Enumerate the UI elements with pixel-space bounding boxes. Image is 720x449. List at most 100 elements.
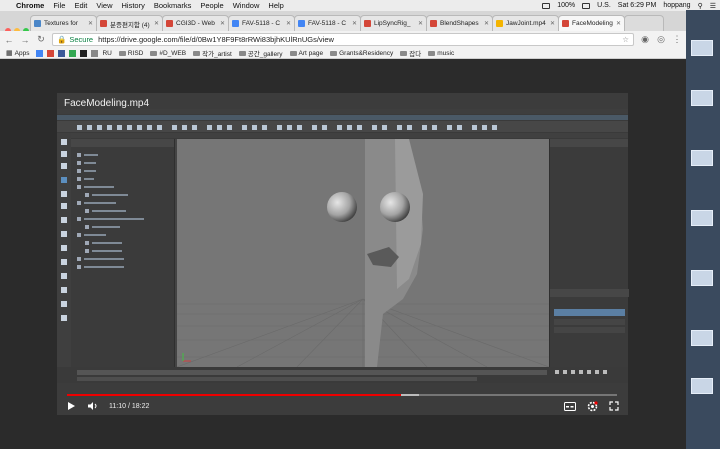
menu-bookmarks[interactable]: Bookmarks (154, 1, 192, 10)
menu-bar: Chrome File Edit View History Bookmarks … (0, 0, 720, 11)
seek-bar[interactable] (67, 394, 617, 396)
bookmark-favicon-row: RU (36, 49, 112, 57)
bookmark-icon[interactable] (80, 49, 88, 57)
settings-button[interactable] (586, 400, 598, 412)
battery-icon[interactable] (582, 2, 591, 9)
bookmark-star-icon[interactable]: ☆ (622, 35, 629, 44)
bookmark-folder[interactable]: 잡다 (400, 48, 421, 58)
clock[interactable]: Sat 6:29 PM (618, 2, 657, 9)
menu-list-icon[interactable]: ☰ (710, 2, 716, 10)
menu-app-name[interactable]: Chrome (16, 1, 44, 10)
desktop-file[interactable] (688, 90, 716, 108)
tab[interactable]: FAV-5118 - C ✕ (228, 15, 295, 31)
user-name[interactable]: hoppang (663, 2, 690, 9)
tab[interactable]: CGI3D - Web ✕ (162, 15, 229, 31)
bookmark-icon[interactable] (91, 49, 99, 57)
tab-favicon-icon (298, 20, 305, 27)
tab-close-icon[interactable]: ✕ (550, 20, 555, 27)
video-player[interactable]: FaceModeling.mp4 11:10 / 18:22 (57, 93, 629, 415)
timeline-ticks (77, 370, 607, 381)
back-icon[interactable]: ← (4, 35, 14, 45)
channel-box-header (550, 139, 628, 147)
file-icon (691, 40, 713, 56)
outliner-row (77, 175, 174, 183)
battery-percent[interactable]: 100% (557, 2, 575, 9)
bookmark-icon[interactable] (47, 49, 55, 57)
apps-icon: ▦ (6, 50, 13, 57)
tab-favicon-icon (562, 20, 569, 27)
outliner-row (77, 223, 174, 231)
input-source[interactable]: U.S. (597, 2, 611, 9)
new-tab-button[interactable] (624, 15, 664, 31)
tab-close-icon[interactable]: ✕ (484, 20, 489, 27)
tab-close-icon[interactable]: ✕ (286, 20, 291, 27)
browser-toolbar: ← → ↻ 🔒 Secure https://drive.google.com/… (0, 31, 686, 48)
tab-close-icon[interactable]: ✕ (616, 20, 621, 27)
play-button[interactable] (65, 400, 77, 412)
reload-icon[interactable]: ↻ (36, 34, 46, 45)
tab[interactable]: FAV-5118 - C ✕ (294, 15, 361, 31)
menu-view[interactable]: View (96, 1, 112, 10)
wifi-icon[interactable] (542, 2, 551, 9)
extension-icon[interactable]: ◉ (640, 34, 650, 45)
forward-icon[interactable]: → (20, 35, 30, 45)
tab[interactable]: 분증편지함 (4) ✕ (96, 15, 163, 31)
tab-favicon-icon (100, 20, 107, 27)
menu-people[interactable]: People (200, 1, 223, 10)
url-text[interactable]: https://drive.google.com/file/d/0Bw1Y8F9… (98, 35, 334, 44)
search-icon[interactable]: ⚲ (698, 2, 703, 10)
bookmark-folder[interactable]: RISD (118, 50, 143, 57)
bookmark-icon[interactable] (69, 49, 77, 57)
address-bar[interactable]: 🔒 Secure https://drive.google.com/file/d… (52, 33, 634, 46)
file-icon (691, 210, 713, 226)
bookmark-folder[interactable]: Grants&Residency (330, 50, 393, 57)
bookmark-folder[interactable]: 작가_artist (193, 48, 232, 58)
bookmark-folder[interactable]: music (428, 50, 454, 57)
desktop-file[interactable] (688, 40, 716, 58)
fullscreen-button[interactable] (608, 400, 620, 412)
menu-file[interactable]: File (53, 1, 65, 10)
tab[interactable]: BlendShapes ✕ (426, 15, 493, 31)
bookmark-icon[interactable] (58, 49, 66, 57)
tab[interactable]: Textures for ✕ (30, 15, 97, 31)
extension-icon[interactable]: ◎ (656, 34, 666, 45)
tab-close-icon[interactable]: ✕ (418, 20, 423, 27)
tab-close-icon[interactable]: ✕ (352, 20, 357, 27)
viewport-scene (177, 139, 549, 367)
outliner-row (77, 215, 174, 223)
bookmark-folder[interactable]: #D_WEB (150, 50, 186, 57)
gear-icon (587, 400, 598, 411)
menu-dots-icon[interactable]: ⋮ (672, 34, 682, 45)
tab[interactable]: JawJoint.mp4 ✕ (492, 15, 559, 31)
menu-window[interactable]: Window (233, 1, 260, 10)
bookmark-folder[interactable]: 공간_gallery (238, 48, 283, 58)
layer-row (554, 327, 625, 333)
volume-button[interactable] (87, 400, 99, 412)
desktop-file[interactable] (688, 330, 716, 348)
time-separator: / (127, 402, 130, 410)
tab-active[interactable]: FaceModeling ✕ (558, 15, 625, 31)
folder-icon (238, 50, 246, 56)
tab[interactable]: LipSyncRig_ ✕ (360, 15, 427, 31)
folder-icon (289, 50, 297, 56)
file-icon (691, 330, 713, 346)
menu-history[interactable]: History (122, 1, 145, 10)
tab-close-icon[interactable]: ✕ (154, 20, 159, 27)
desktop-file[interactable] (688, 270, 716, 288)
bookmark-icon[interactable] (36, 49, 44, 57)
captions-button[interactable] (564, 400, 576, 412)
folder-icon (400, 50, 408, 56)
bookmark-apps[interactable]: ▦ Apps (6, 49, 29, 58)
layer-row (554, 319, 625, 325)
tab-close-icon[interactable]: ✕ (220, 20, 225, 27)
volume-icon (88, 402, 97, 410)
desktop-file[interactable] (688, 210, 716, 228)
desktop-file[interactable] (688, 150, 716, 168)
bookmark-ru[interactable]: RU (102, 50, 111, 57)
tab-favicon-icon (232, 20, 239, 27)
menu-help[interactable]: Help (268, 1, 283, 10)
bookmark-folder[interactable]: Art page (289, 50, 323, 57)
tab-close-icon[interactable]: ✕ (88, 20, 93, 27)
menu-edit[interactable]: Edit (74, 1, 87, 10)
desktop-file[interactable] (688, 378, 716, 396)
